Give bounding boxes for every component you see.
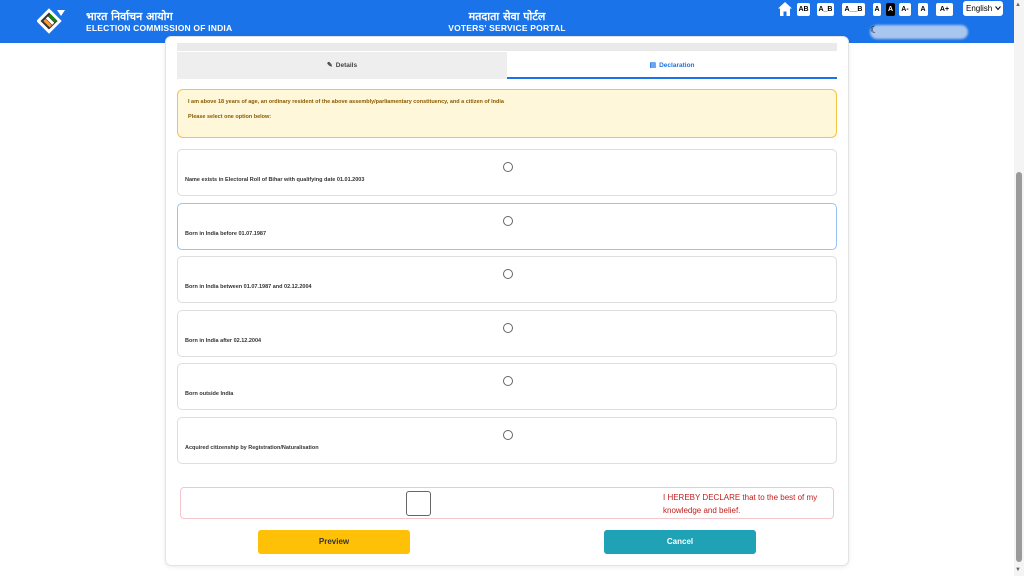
option-card[interactable]: Acquired citizenship by Registration/Nat… — [177, 417, 837, 464]
option-label: Born outside India — [185, 391, 234, 397]
panel-top-strip — [177, 43, 837, 51]
normal-contrast-button[interactable]: A — [873, 3, 881, 16]
option-card[interactable]: Born in India before 01.07.1987 — [177, 203, 837, 250]
notice-line-1: I am above 18 years of age, an ordinary … — [188, 99, 504, 105]
tab-declaration[interactable]: ▤ Declaration — [507, 52, 837, 79]
option-label: Born in India between 01.07.1987 and 02.… — [185, 284, 312, 290]
text-spacing-3-button[interactable]: A__B — [842, 3, 865, 16]
tab-details-label: Details — [335, 62, 358, 69]
user-menu[interactable] — [870, 25, 968, 39]
preview-button[interactable]: Preview — [258, 530, 410, 554]
notice-line-2: Please select one option below: — [188, 114, 272, 120]
radio-button[interactable] — [503, 323, 513, 333]
scroll-down-arrow-icon[interactable]: ▼ — [1015, 567, 1021, 573]
scrollbar-thumb[interactable] — [1016, 172, 1022, 562]
language-select[interactable]: English — [963, 1, 1003, 16]
declaration-box: I HEREBY DECLARE that to the best of my … — [180, 487, 834, 519]
chevron-down-icon — [995, 6, 1001, 11]
edit-icon: ✎ — [326, 62, 333, 69]
text-spacing-1-button[interactable]: AB — [797, 3, 810, 16]
document-icon: ▤ — [649, 62, 657, 69]
option-card[interactable]: Born in India between 01.07.1987 and 02.… — [177, 256, 837, 303]
option-card[interactable]: Born in India after 02.12.2004 — [177, 310, 837, 357]
declaration-text: I HEREBY DECLARE that to the best of my … — [663, 493, 818, 515]
eligibility-notice: I am above 18 years of age, an ordinary … — [177, 89, 837, 138]
option-label: Born in India after 02.12.2004 — [185, 338, 262, 344]
option-card[interactable]: Born outside India — [177, 363, 837, 410]
radio-button[interactable] — [503, 430, 513, 440]
cancel-button[interactable]: Cancel — [604, 530, 756, 554]
increase-font-button[interactable]: A+ — [936, 3, 953, 16]
option-label: Name exists in Electoral Roll of Bihar w… — [185, 177, 365, 183]
home-icon[interactable] — [777, 1, 793, 17]
declaration-checkbox[interactable] — [406, 491, 431, 516]
radio-button[interactable] — [503, 376, 513, 386]
option-card[interactable]: Name exists in Electoral Roll of Bihar w… — [177, 149, 837, 196]
tab-details[interactable]: ✎ Details — [177, 52, 507, 79]
option-label: Born in India before 01.07.1987 — [185, 231, 267, 237]
text-spacing-2-button[interactable]: A_B — [817, 3, 834, 16]
decrease-font-button[interactable]: A- — [899, 3, 911, 16]
portal-title-english: VOTERS' SERVICE PORTAL — [448, 23, 566, 33]
user-icon: ☾ — [870, 25, 879, 36]
tab-declaration-label: Declaration — [659, 62, 695, 69]
radio-button[interactable] — [503, 216, 513, 226]
language-value: English — [966, 4, 993, 13]
radio-button[interactable] — [503, 269, 513, 279]
high-contrast-button[interactable]: A — [886, 3, 895, 16]
option-label: Acquired citizenship by Registration/Nat… — [185, 445, 319, 451]
scroll-up-arrow-icon[interactable]: ▲ — [1015, 2, 1021, 8]
radio-button[interactable] — [503, 162, 513, 172]
normal-font-button[interactable]: A — [918, 3, 928, 16]
